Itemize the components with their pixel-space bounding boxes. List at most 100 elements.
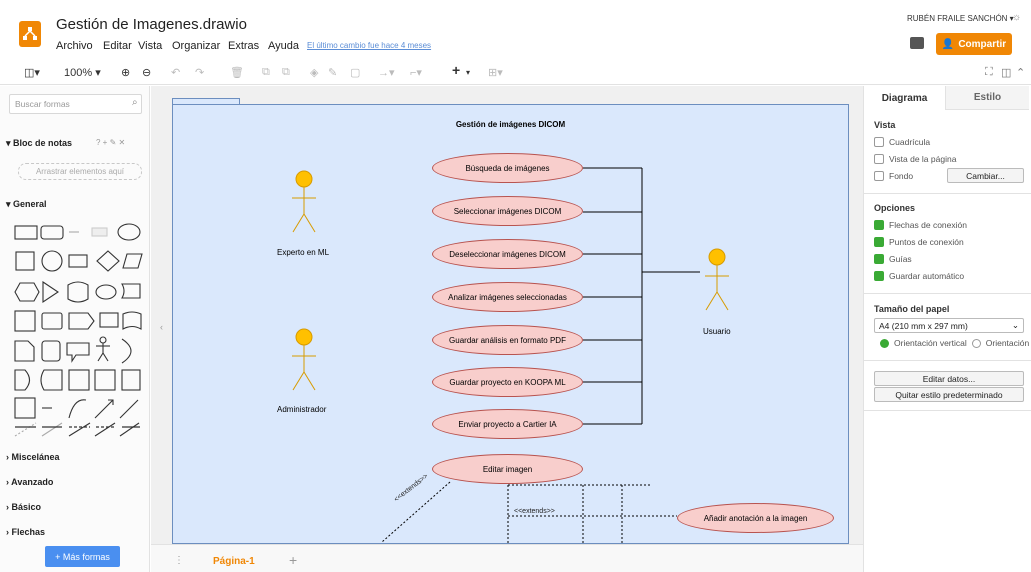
shadow-icon[interactable]: ▢ bbox=[350, 66, 360, 79]
portrait-label: Orientación vertical bbox=[894, 338, 967, 348]
page-view-label: Vista de la página bbox=[889, 154, 957, 164]
menu-ayuda[interactable]: Ayuda bbox=[268, 40, 299, 52]
format-panel-icon[interactable]: ◫ bbox=[1001, 66, 1011, 79]
background-option[interactable]: Fondo bbox=[874, 171, 913, 181]
pages-menu-icon[interactable]: ⋮ bbox=[174, 555, 184, 566]
undo-icon[interactable]: ↶ bbox=[171, 66, 180, 79]
search-icon[interactable]: ⌕ bbox=[132, 97, 138, 108]
panel-toggle-icon[interactable]: ◫▾ bbox=[24, 66, 40, 79]
usecase-analizar[interactable]: Analizar imágenes seleccionadas bbox=[432, 282, 583, 312]
advanced-label: Avanzado bbox=[11, 477, 54, 487]
usecase-editar-imagen[interactable]: Editar imagen bbox=[432, 454, 583, 484]
theme-icon[interactable]: ☼ bbox=[1012, 12, 1021, 23]
tab-diagrama[interactable]: Diagrama bbox=[864, 86, 945, 110]
share-button[interactable]: 👤 Compartir bbox=[936, 33, 1012, 55]
comments-icon[interactable] bbox=[910, 37, 924, 49]
background-checkbox[interactable] bbox=[874, 171, 884, 181]
table-icon[interactable]: ⊞▾ bbox=[488, 66, 503, 79]
connection-arrows-option[interactable]: Flechas de conexión bbox=[874, 220, 967, 230]
usecase-seleccionar[interactable]: Seleccionar imágenes DICOM bbox=[432, 196, 583, 226]
connection-points-option[interactable]: Puntos de conexión bbox=[874, 237, 964, 247]
menu-extras[interactable]: Extras bbox=[228, 40, 259, 52]
menu-editar[interactable]: Editar bbox=[103, 40, 132, 52]
page-tab-1[interactable]: Página-1 bbox=[213, 556, 255, 567]
arrows-section-header[interactable]: › Flechas bbox=[6, 527, 45, 537]
paper-size-value: A4 (210 mm x 297 mm) bbox=[879, 321, 968, 331]
line-color-icon[interactable]: ✎ bbox=[328, 66, 337, 79]
advanced-section-header[interactable]: › Avanzado bbox=[6, 477, 53, 487]
autosave-label: Guardar automático bbox=[889, 271, 965, 281]
search-shapes-input[interactable]: Buscar formas bbox=[9, 94, 142, 114]
zoom-out-icon[interactable]: ⊖ bbox=[142, 66, 151, 79]
misc-section-header[interactable]: › Miscelánea bbox=[6, 452, 60, 462]
fill-color-icon[interactable]: ◈ bbox=[310, 66, 318, 79]
collapse-icon[interactable]: ⌃ bbox=[1016, 66, 1025, 79]
actor-experto-ml[interactable] bbox=[287, 170, 321, 240]
portrait-radio[interactable] bbox=[880, 338, 889, 348]
user-name[interactable]: RUBÉN FRAILE SANCHÓN ▾ bbox=[907, 14, 1014, 23]
collapse-left-icon[interactable]: ‹ bbox=[160, 322, 163, 332]
general-section-header[interactable]: ▾ General bbox=[6, 199, 47, 210]
zoom-select[interactable]: 100% ▾ bbox=[64, 66, 101, 79]
basic-section-header[interactable]: › Básico bbox=[6, 502, 41, 512]
options-heading: Opciones bbox=[874, 203, 916, 213]
toolbar bbox=[0, 59, 1031, 85]
usecase-deseleccionar[interactable]: Deseleccionar imágenes DICOM bbox=[432, 239, 583, 269]
insert-dropdown-icon[interactable]: ▾ bbox=[466, 68, 470, 77]
connection-points-checkbox[interactable] bbox=[874, 237, 884, 247]
guides-checkbox[interactable] bbox=[874, 254, 884, 264]
add-page-button[interactable]: + bbox=[289, 552, 297, 568]
divider bbox=[864, 293, 1031, 294]
delete-icon[interactable]: 🗑 bbox=[230, 66, 244, 79]
actor-usuario[interactable] bbox=[700, 248, 734, 318]
usecase-enviar-cartier[interactable]: Enviar proyecto a Cartier IA bbox=[432, 409, 583, 439]
connection-icon[interactable]: →▾ bbox=[378, 66, 395, 79]
paper-size-heading: Tamaño del papel bbox=[874, 304, 950, 314]
user-icon: 👤 bbox=[941, 38, 955, 50]
actor-administrador[interactable] bbox=[287, 328, 321, 398]
usecase-guardar-koopa[interactable]: Guardar proyecto en KOOPA ML bbox=[432, 367, 583, 397]
guides-label: Guías bbox=[889, 254, 912, 264]
usecase-busqueda[interactable]: Búsqueda de imágenes bbox=[432, 153, 583, 183]
guides-option[interactable]: Guías bbox=[874, 254, 912, 264]
grid-checkbox[interactable] bbox=[874, 137, 884, 147]
menu-archivo[interactable]: Archivo bbox=[56, 40, 93, 52]
connection-arrows-checkbox[interactable] bbox=[874, 220, 884, 230]
to-front-icon[interactable]: ⧉ bbox=[262, 66, 270, 79]
landscape-radio[interactable] bbox=[971, 338, 981, 348]
last-change-link[interactable]: El último cambio fue hace 4 meses bbox=[307, 41, 431, 50]
drawio-logo bbox=[19, 21, 41, 47]
page-view-option[interactable]: Vista de la página bbox=[874, 154, 956, 164]
redo-icon[interactable]: ↷ bbox=[195, 66, 204, 79]
vista-heading: Vista bbox=[874, 120, 896, 130]
usecase-guardar-pdf[interactable]: Guardar análisis en formato PDF bbox=[432, 325, 583, 355]
menu-organizar[interactable]: Organizar bbox=[172, 40, 220, 52]
arrows-label: Flechas bbox=[11, 527, 46, 537]
grid-option[interactable]: Cuadrícula bbox=[874, 137, 930, 147]
general-shapes-grid[interactable] bbox=[12, 218, 144, 440]
autosave-checkbox[interactable] bbox=[874, 271, 884, 281]
edit-data-button[interactable]: Editar datos... bbox=[874, 371, 1024, 386]
waypoints-icon[interactable]: ⌐▾ bbox=[410, 66, 422, 79]
autosave-option[interactable]: Guardar automático bbox=[874, 271, 964, 281]
page-bar bbox=[151, 544, 863, 572]
usecase-anadir-anotacion[interactable]: Añadir anotación a la imagen bbox=[677, 503, 834, 533]
connection-arrows-label: Flechas de conexión bbox=[889, 220, 967, 230]
fullscreen-icon[interactable]: ⛶ bbox=[985, 66, 993, 79]
connector-shapes-row[interactable] bbox=[12, 421, 144, 433]
zoom-in-icon[interactable]: ⊕ bbox=[121, 66, 130, 79]
clear-default-style-button[interactable]: Quitar estilo predeterminado bbox=[874, 387, 1024, 402]
change-background-button[interactable]: Cambiar... bbox=[947, 168, 1024, 183]
scratchpad-tools[interactable]: ? + ✎ ✕ bbox=[96, 138, 125, 147]
chevron-down-icon: ⌄ bbox=[1011, 320, 1019, 330]
more-shapes-button[interactable]: + Más formas bbox=[45, 546, 120, 567]
page-view-checkbox[interactable] bbox=[874, 154, 884, 164]
tab-estilo[interactable]: Estilo bbox=[945, 86, 1029, 110]
scratchpad-header[interactable]: ▾ Bloc de notas bbox=[6, 138, 72, 149]
scratchpad-drop-zone[interactable]: Arrastrar elementos aquí bbox=[18, 163, 142, 180]
document-title[interactable]: Gestión de Imagenes.drawio bbox=[56, 16, 247, 33]
paper-size-select[interactable]: A4 (210 mm x 297 mm) ⌄ bbox=[874, 318, 1024, 333]
insert-icon[interactable]: + bbox=[452, 62, 460, 78]
menu-vista[interactable]: Vista bbox=[138, 40, 162, 52]
to-back-icon[interactable]: ⧉ bbox=[282, 66, 290, 79]
